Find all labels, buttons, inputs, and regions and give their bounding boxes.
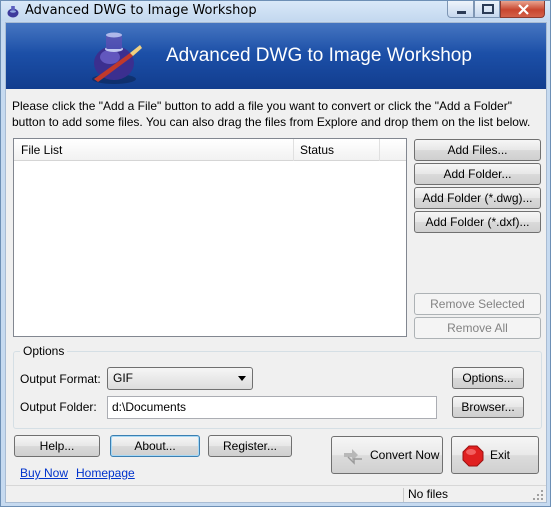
convert-now-label: Convert Now <box>370 448 440 462</box>
app-window: Advanced DWG to Image Workshop Advanced … <box>0 0 551 507</box>
status-bar: No files <box>6 485 546 502</box>
add-folder-button[interactable]: Add Folder... <box>414 163 541 185</box>
minimize-button[interactable] <box>447 1 474 18</box>
convert-arrows-icon <box>344 449 362 465</box>
maximize-icon <box>482 4 494 14</box>
ink-bottle-pen-icon <box>92 32 142 84</box>
help-button[interactable]: Help... <box>14 435 100 457</box>
banner-title: Advanced DWG to Image Workshop <box>166 45 472 66</box>
file-list-header: File List Status <box>14 139 406 161</box>
close-button[interactable] <box>500 1 545 18</box>
output-format-label: Output Format: <box>20 372 101 386</box>
add-folder-dxf-button[interactable]: Add Folder (*.dxf)... <box>414 211 541 233</box>
remove-all-button[interactable]: Remove All <box>414 317 541 339</box>
status-divider <box>403 488 404 502</box>
exit-button[interactable]: Exit <box>451 436 539 474</box>
file-list[interactable]: File List Status <box>13 138 407 337</box>
client-area: Advanced DWG to Image Workshop Please cl… <box>5 22 547 503</box>
about-button[interactable]: About... <box>110 435 200 457</box>
resize-grip-icon[interactable] <box>532 489 544 501</box>
register-button[interactable]: Register... <box>208 435 292 457</box>
browse-button[interactable]: Browser... <box>452 396 524 418</box>
window-title: Advanced DWG to Image Workshop <box>25 3 257 18</box>
column-header-status[interactable]: Status <box>294 139 380 161</box>
title-bar[interactable]: Advanced DWG to Image Workshop <box>1 1 550 21</box>
stop-sign-icon <box>462 445 484 467</box>
homepage-link[interactable]: Homepage <box>76 466 135 480</box>
remove-selected-button[interactable]: Remove Selected <box>414 293 541 315</box>
close-icon <box>518 4 529 15</box>
instructions-text: Please click the "Add a File" button to … <box>12 99 531 129</box>
app-logo-icon <box>7 6 19 18</box>
column-header-file-list[interactable]: File List <box>14 139 294 161</box>
status-text: No files <box>408 487 449 501</box>
maximize-button[interactable] <box>474 1 500 18</box>
output-format-value: GIF <box>113 371 133 385</box>
options-button[interactable]: Options... <box>452 367 524 389</box>
output-folder-label: Output Folder: <box>20 400 97 414</box>
options-legend: Options <box>20 344 68 358</box>
minimize-icon <box>457 11 466 14</box>
exit-label: Exit <box>490 448 511 462</box>
buy-now-link[interactable]: Buy Now <box>20 466 68 480</box>
add-files-button[interactable]: Add Files... <box>414 139 541 161</box>
header-banner: Advanced DWG to Image Workshop <box>6 23 546 89</box>
chevron-down-icon <box>238 376 246 381</box>
add-folder-dwg-button[interactable]: Add Folder (*.dwg)... <box>414 187 541 209</box>
output-format-select[interactable]: GIF <box>107 367 253 390</box>
output-folder-input[interactable]: d:\Documents <box>107 396 437 419</box>
convert-now-button[interactable]: Convert Now <box>331 436 443 474</box>
